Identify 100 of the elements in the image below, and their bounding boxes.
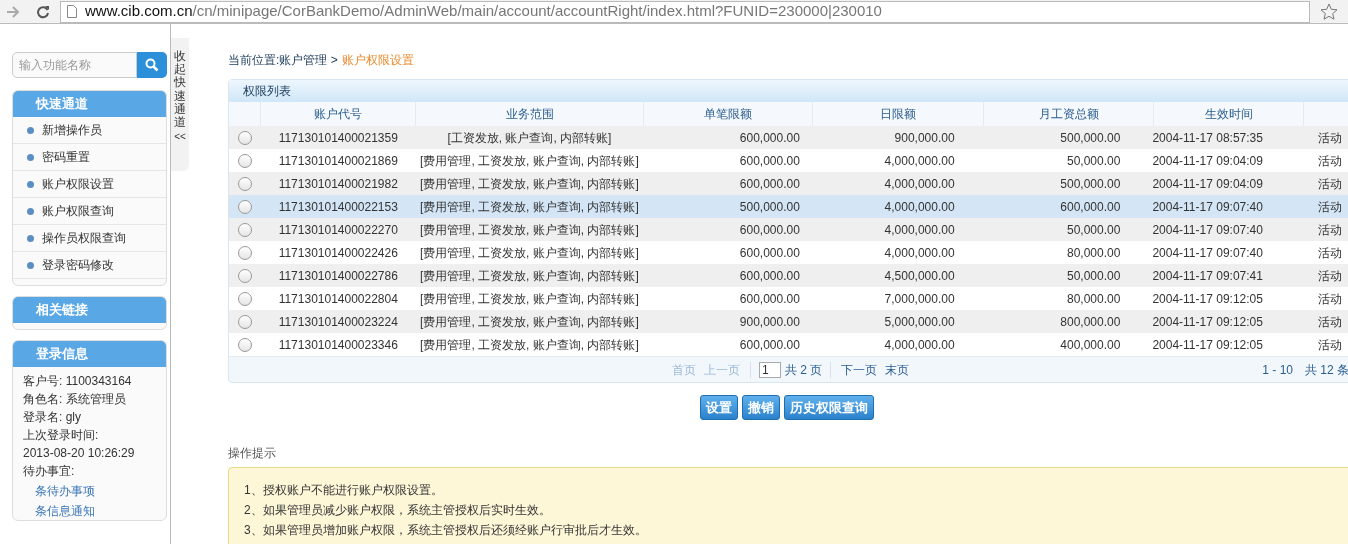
login-info-text: 上次登录时间: <box>23 427 100 444</box>
table-cell-text: 600,000.00 <box>1059 198 1122 216</box>
table-cell-text: 活动 <box>1316 267 1343 285</box>
table-row[interactable]: 117130101400022426 [费用管理, 工资发放, 账户查询, 内部转账] 600,000.00 4,000,000.00 80,000.00 2004-11-17 09:07:40 活动 <box>229 241 1348 264</box>
table-cell-text: 117130101400022786 <box>277 267 399 285</box>
table-cell-text: 117130101400022804 <box>277 290 399 308</box>
radio-button[interactable] <box>237 176 252 191</box>
table-row[interactable]: 117130101400021359 [工资发放, 账户查询, 内部转账] 600,000.00 900,000.00 500,000.00 2004-11-17 08:57:35 活动 <box>229 126 1348 149</box>
table-cell-text: [费用管理, 工资发放, 账户查询, 内部转账] <box>419 244 640 262</box>
table-row[interactable]: 117130101400023346 [费用管理, 工资发放, 账户查询, 内部转账] 600,000.00 4,000,000.00 400,000.00 2004-11-17 09:12:05 活动 <box>229 333 1348 356</box>
table-cell-text: 600,000.00 <box>738 221 801 239</box>
table-cell-text: [费用管理, 工资发放, 账户查询, 内部转账] <box>419 221 640 239</box>
table-cell-text: 900,000.00 <box>893 129 956 147</box>
star-icon[interactable] <box>1320 2 1338 21</box>
collapse-tab[interactable]: 收起快速通道 << <box>171 38 189 171</box>
table-cell-text: 600,000.00 <box>738 152 801 170</box>
table-cell-text: 活动 <box>1316 313 1343 331</box>
quick-link[interactable]: 账户权限查询 <box>13 198 166 225</box>
tip-text: 1、授权账户不能进行账户权限设置。 <box>244 482 444 499</box>
table-cell-text: 50,000.00 <box>1066 152 1122 170</box>
todo-link[interactable]: 条待办事项 <box>23 482 156 500</box>
quick-link[interactable]: 密码重置 <box>13 144 166 171</box>
table-cell-text: 600,000.00 <box>738 129 801 147</box>
table-cell-text: 活动 <box>1316 198 1343 216</box>
collapse-arrow: << <box>174 130 186 145</box>
table-cell-text: [费用管理, 工资发放, 账户查询, 内部转账] <box>419 267 640 285</box>
search-icon <box>145 58 159 72</box>
table-cell-text: 900,000.00 <box>738 313 801 331</box>
table-cell-text: 117130101400021982 <box>277 175 399 193</box>
page-count: 共 2 页 <box>785 361 823 379</box>
radio-button[interactable] <box>237 130 252 145</box>
quick-link[interactable]: 登录密码修改 <box>13 252 166 279</box>
pager-link[interactable]: 末页 <box>885 360 910 379</box>
table-cell-text: 117130101400023346 <box>277 336 399 354</box>
login-info-text: 2013-08-20 10:26:29 <box>23 445 136 462</box>
table-cell-text: 600,000.00 <box>738 267 801 285</box>
table-cell-text: 活动 <box>1316 290 1343 308</box>
table-row[interactable]: 117130101400021982 [费用管理, 工资发放, 账户查询, 内部转账] 600,000.00 4,000,000.00 500,000.00 2004-11-17 09:04:09 活动 <box>229 172 1348 195</box>
panel-title: 快速通道 <box>13 91 166 117</box>
breadcrumb-current: 账户权限设置 <box>341 52 414 69</box>
record-range: 1 - 10 <box>1262 361 1293 379</box>
table-cell-text: 2004-11-17 09:04:09 <box>1152 152 1264 170</box>
radio-button[interactable] <box>237 291 252 306</box>
record-total: 共 12 条 <box>1305 361 1348 379</box>
login-info-text: 角色名: 系统管理员 <box>23 391 127 408</box>
table-cell-text: 4,000,000.00 <box>883 221 956 239</box>
table-cell-text: [费用管理, 工资发放, 账户查询, 内部转账] <box>419 175 640 193</box>
table-cell-text: 2004-11-17 09:07:40 <box>1152 244 1264 262</box>
quick-link[interactable]: 操作员权限查询 <box>13 225 166 252</box>
pager-link[interactable]: 下一页 <box>841 360 878 379</box>
login-info-text: 登录名: gly <box>23 409 82 426</box>
table-cell-text: 800,000.00 <box>1059 313 1122 331</box>
reload-icon[interactable] <box>36 4 50 19</box>
radio-button[interactable] <box>237 222 252 237</box>
table-cell-text: 117130101400022153 <box>277 198 399 216</box>
table-cell-text: 117130101400021869 <box>277 152 399 170</box>
collapse-label: 收起快速通道 <box>174 50 186 130</box>
radio-button[interactable] <box>237 199 252 214</box>
table-cell-text: 4,000,000.00 <box>883 198 956 216</box>
table-cell-text: 活动 <box>1316 175 1343 193</box>
table-cell-text: 400,000.00 <box>1059 336 1122 354</box>
table-row[interactable]: 117130101400022804 [费用管理, 工资发放, 账户查询, 内部转账] 600,000.00 7,000,000.00 80,000.00 2004-11-17 09:12:05 活动 <box>229 287 1348 310</box>
quick-link[interactable]: 新增操作员 <box>13 117 166 144</box>
table-cell-text: 4,000,000.00 <box>883 152 956 170</box>
radio-button[interactable] <box>237 245 252 260</box>
table-cell-text: 4,000,000.00 <box>883 244 956 262</box>
table-cell-text: 600,000.00 <box>738 175 801 193</box>
table-cell-text: [费用管理, 工资发放, 账户查询, 内部转账] <box>419 313 640 331</box>
address-bar[interactable]: www.cib.com.cn/cn/minipage/CorBankDemo/AdminWeb/main/account/accountRight/index.html?FUNID=230000|230010 <box>60 0 1310 23</box>
table-row[interactable]: 117130101400022270 [费用管理, 工资发放, 账户查询, 内部转账] 600,000.00 4,000,000.00 50,000.00 2004-11-17 09:07:40 活动 <box>229 218 1348 241</box>
table-cell-text: 2004-11-17 09:04:09 <box>1152 175 1264 193</box>
table-cell-text: 117130101400023224 <box>277 313 399 331</box>
table-cell-text: 活动 <box>1316 244 1343 262</box>
table-row[interactable]: 117130101400022786 [费用管理, 工资发放, 账户查询, 内部转账] 600,000.00 4,500,000.00 50,000.00 2004-11-17 09:07:41 活动 <box>229 264 1348 287</box>
table-cell-text: 2004-11-17 09:12:05 <box>1152 336 1264 354</box>
page-field[interactable]: 1 <box>759 361 781 378</box>
search-button[interactable] <box>137 52 167 78</box>
table-cell-text: 117130101400021359 <box>277 129 399 147</box>
radio-button[interactable] <box>237 268 252 283</box>
table-cell-text: 50,000.00 <box>1066 221 1122 239</box>
panel-title: 登录信息 <box>13 341 166 367</box>
table-cell-text: 2004-11-17 09:12:05 <box>1152 313 1264 331</box>
table-row[interactable]: 117130101400021869 [费用管理, 工资发放, 账户查询, 内部转账] 600,000.00 4,000,000.00 50,000.00 2004-11-17 09:04:09 活动 <box>229 149 1348 172</box>
table-cell-text: 80,000.00 <box>1066 244 1122 262</box>
table-cell-text: 500,000.00 <box>1059 129 1122 147</box>
table-row[interactable]: 117130101400022153 [费用管理, 工资发放, 账户查询, 内部转账] 500,000.00 4,000,000.00 600,000.00 2004-11-17 09:07:40 活动 <box>229 195 1348 218</box>
todo-link[interactable]: 条信息通知 <box>23 502 156 520</box>
url-text: www.cib.com.cn/cn/minipage/CorBankDemo/AdminWeb/main/account/accountRight/index.html?FUNID=230000|230010 <box>85 1 882 22</box>
search-field[interactable]: 输入功能名称 <box>12 52 137 78</box>
radio-button[interactable] <box>237 337 252 352</box>
table-cell-text: 2004-11-17 08:57:35 <box>1152 129 1264 147</box>
table-row[interactable]: 117130101400023224 [费用管理, 工资发放, 账户查询, 内部转账] 900,000.00 5,000,000.00 800,000.00 2004-11-17 09:12:05 活动 <box>229 310 1348 333</box>
radio-button[interactable] <box>237 153 252 168</box>
page-icon <box>67 5 77 18</box>
table-cell-text: 117130101400022426 <box>277 244 399 262</box>
back-icon[interactable] <box>6 4 20 19</box>
quick-link[interactable]: 账户权限设置 <box>13 171 166 198</box>
table-cell-text: 活动 <box>1316 336 1343 354</box>
radio-button[interactable] <box>237 314 252 329</box>
table-cell-text: 7,000,000.00 <box>883 290 956 308</box>
